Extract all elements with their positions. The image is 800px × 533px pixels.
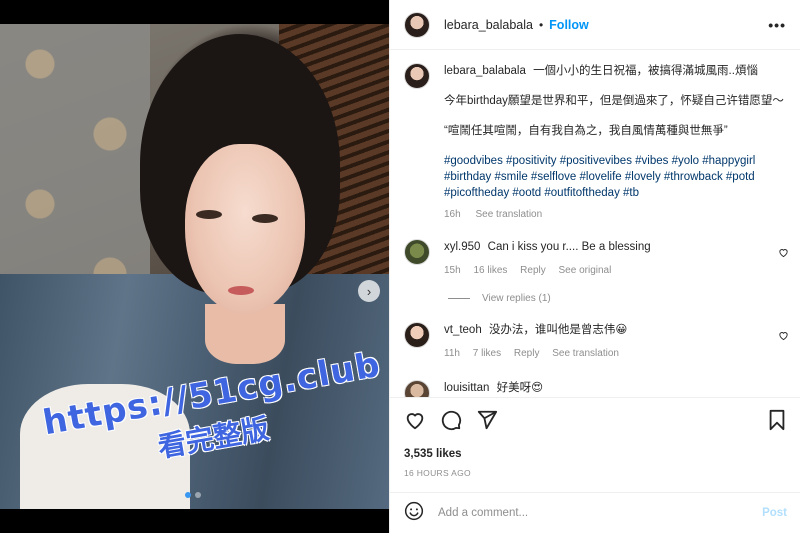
comment-item: xyl.950 Can i kiss you r.... Be a blessi…	[390, 239, 800, 279]
caption-hashtags[interactable]: #goodvibes #positivity #positivevibes #v…	[444, 153, 784, 201]
lips	[228, 286, 254, 295]
avatar[interactable]	[404, 11, 430, 38]
caption-line-2: 今年birthday願望是世界和平，但是倒過來了，怀疑自己许错愿望～	[444, 95, 784, 107]
carousel-dot	[195, 492, 201, 498]
share-icon[interactable]	[476, 409, 498, 431]
comment-body: xyl.950 Can i kiss you r.... Be a blessi…	[444, 239, 764, 279]
caption-username[interactable]: lebara_balabala	[444, 65, 526, 77]
post-media: https://51cg.club 看完整版 ›	[0, 0, 389, 533]
caption-time: 16h	[444, 209, 461, 220]
comment-text: 好美呀😍	[496, 382, 544, 394]
comment-likes[interactable]: 16 likes	[473, 265, 507, 276]
bookmark-icon[interactable]	[767, 409, 787, 431]
comment-body: louisittan 好美呀😍	[444, 380, 764, 397]
comment-item: vt_teoh 没办法，谁叫他是曾志伟😀 11h 7 likes Reply S…	[390, 322, 800, 362]
comment-meta: 11h 7 likes Reply See translation	[444, 346, 764, 362]
comment-username[interactable]: xyl.950	[444, 241, 480, 253]
carousel-next-button[interactable]: ›	[358, 280, 380, 302]
header-username[interactable]: lebara_balabala	[444, 18, 533, 32]
avatar[interactable]	[404, 63, 430, 89]
chevron-right-icon: ›	[366, 283, 372, 299]
post-button[interactable]: Post	[762, 507, 787, 519]
comment-body: vt_teoh 没办法，谁叫他是曾志伟😀 11h 7 likes Reply S…	[444, 322, 764, 362]
see-original-link[interactable]: See original	[559, 265, 612, 276]
avatar[interactable]	[404, 322, 430, 348]
post-sidebar: lebara_balabala • Follow ••• lebara_bala…	[389, 0, 800, 533]
likes-count[interactable]: 3,535 likes	[404, 448, 787, 460]
comment-likes[interactable]: 7 likes	[473, 348, 501, 359]
see-translation-link[interactable]: See translation	[475, 209, 542, 220]
more-icon[interactable]: •••	[768, 17, 786, 33]
avatar[interactable]	[404, 380, 430, 397]
carousel-dots	[185, 492, 201, 498]
post-time: 16 HOURS AGO	[404, 468, 471, 478]
see-translation-link[interactable]: See translation	[552, 348, 619, 359]
caption: lebara_balabala 一個小小的生日祝福，被搞得滿城風雨..煩惱 今年…	[390, 51, 800, 223]
comment-input[interactable]	[438, 507, 763, 519]
comment-meta: 15h 16 likes Reply See original	[444, 263, 764, 279]
follow-button[interactable]: Follow	[549, 18, 589, 32]
comment-time: 15h	[444, 265, 461, 276]
comment-item: louisittan 好美呀😍	[390, 380, 800, 397]
action-bar: 3,535 likes 16 HOURS AGO	[390, 397, 800, 478]
left-eye	[196, 210, 222, 219]
comment-composer: Post	[390, 492, 800, 533]
comment-text: Can i kiss you r.... Be a blessing	[487, 241, 651, 253]
reply-button[interactable]: Reply	[514, 348, 540, 359]
reply-button[interactable]: Reply	[520, 265, 546, 276]
caption-body: lebara_balabala 一個小小的生日祝福，被搞得滿城風雨..煩惱 今年…	[444, 63, 784, 223]
caption-line-3: “喧鬧任其喧鬧，自有我自為之，我自風情萬種與世無爭”	[444, 125, 728, 137]
view-replies-button[interactable]: View replies (1)	[448, 293, 800, 304]
comment-icon[interactable]	[440, 409, 462, 431]
action-icons	[404, 408, 787, 432]
comment-username[interactable]: vt_teoh	[444, 324, 482, 336]
post-header: lebara_balabala • Follow •••	[390, 0, 800, 50]
heart-icon[interactable]	[404, 409, 426, 431]
carousel-dot-active	[185, 492, 191, 498]
heart-icon[interactable]	[778, 247, 789, 261]
comment-text: 没办法，谁叫他是曾志伟😀	[488, 324, 628, 336]
right-eye	[252, 214, 278, 223]
view-replies-label[interactable]: View replies (1)	[482, 293, 551, 304]
caption-meta: 16h See translation	[444, 207, 784, 223]
comment-username[interactable]: louisittan	[444, 382, 489, 394]
header-separator: •	[538, 17, 544, 32]
emoji-icon[interactable]	[404, 501, 424, 526]
heart-icon[interactable]	[778, 330, 789, 344]
post-photo: https://51cg.club 看完整版 ›	[0, 24, 389, 509]
view-replies-line	[448, 298, 470, 299]
comment-time: 11h	[444, 348, 460, 359]
comments-list[interactable]: lebara_balabala 一個小小的生日祝福，被搞得滿城風雨..煩惱 今年…	[390, 51, 800, 397]
caption-line-1: 一個小小的生日祝福，被搞得滿城風雨..煩惱	[533, 65, 758, 77]
avatar[interactable]	[404, 239, 430, 265]
